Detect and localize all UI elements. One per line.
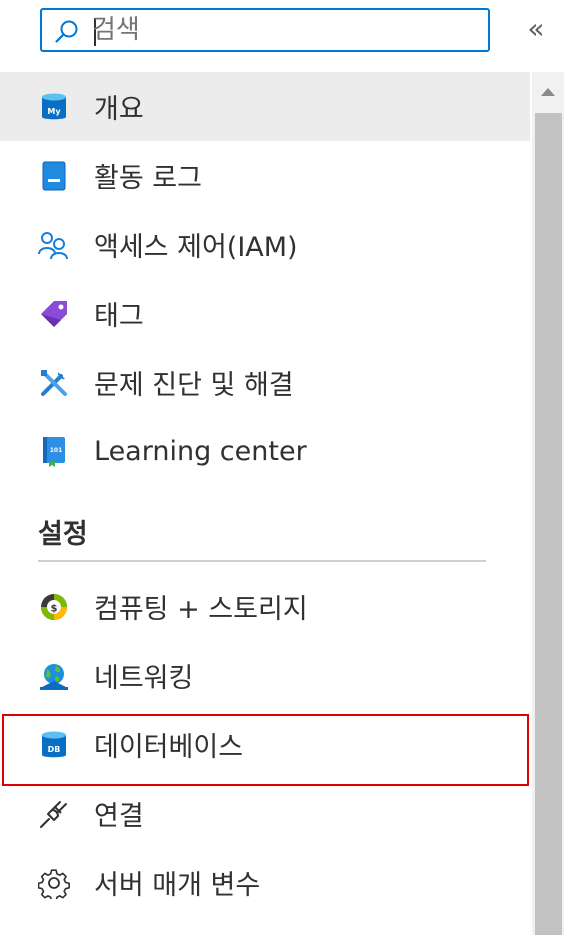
tools-icon <box>38 367 70 399</box>
compute-storage-icon: $ <box>38 591 70 623</box>
nav-item-label: 태그 <box>94 301 144 332</box>
nav-item-label: 문제 진단 및 해결 <box>94 370 294 401</box>
scrollbar-thumb[interactable] <box>535 113 562 935</box>
learning-book-icon: 101 <box>38 436 70 468</box>
database-icon: DB <box>38 729 70 761</box>
plug-icon <box>38 798 70 830</box>
svg-text:My: My <box>47 107 61 116</box>
nav-item-compute-storage[interactable]: $ 컴퓨팅 + 스토리지 <box>0 572 530 641</box>
gear-icon <box>38 867 70 899</box>
section-divider <box>38 560 486 562</box>
search-input[interactable] <box>92 14 472 46</box>
nav-item-connect[interactable]: 연결 <box>0 779 530 848</box>
nav-item-label: 연결 <box>94 801 144 832</box>
mysql-db-icon: My <box>38 91 70 123</box>
section-title-text: 설정 <box>38 519 88 550</box>
nav-item-label: 데이터베이스 <box>94 732 244 763</box>
nav-list: My 개요 활동 로그 액세스 제어(IAM) 태그 문제 진단 및 해결 10… <box>0 72 530 917</box>
collapse-menu-button[interactable]: « <box>522 14 550 44</box>
nav-item-access-control[interactable]: 액세스 제어(IAM) <box>0 210 530 279</box>
settings-section-title: 설정 <box>0 486 530 572</box>
nav-item-activity-log[interactable]: 활동 로그 <box>0 141 530 210</box>
nav-item-label: 액세스 제어(IAM) <box>94 232 298 263</box>
nav-item-tags[interactable]: 태그 <box>0 279 530 348</box>
nav-item-label: Learning center <box>94 436 307 467</box>
svg-text:DB: DB <box>48 745 61 754</box>
tag-icon <box>38 298 70 330</box>
nav-item-networking[interactable]: 네트워킹 <box>0 641 530 710</box>
resource-menu-pane: « My 개요 활동 로그 <box>0 0 564 935</box>
scroll-up-button[interactable] <box>532 72 564 112</box>
nav-item-label: 개요 <box>94 94 144 125</box>
svg-text:$: $ <box>51 603 58 614</box>
activity-log-icon <box>38 160 70 192</box>
search-icon <box>55 20 78 43</box>
nav-item-diagnose[interactable]: 문제 진단 및 해결 <box>0 348 530 417</box>
nav-item-label: 컴퓨팅 + 스토리지 <box>94 594 308 625</box>
search-box[interactable] <box>40 8 490 52</box>
nav-item-server-parameters[interactable]: 서버 매개 변수 <box>0 848 530 917</box>
nav-item-overview[interactable]: My 개요 <box>0 72 530 141</box>
nav-item-label: 활동 로그 <box>94 163 202 194</box>
users-icon <box>38 229 70 261</box>
svg-text:101: 101 <box>50 447 63 454</box>
nav-item-learning-center[interactable]: 101 Learning center <box>0 417 530 486</box>
nav-item-label: 네트워킹 <box>94 663 194 694</box>
scroll-up-arrow-icon <box>541 88 555 96</box>
networking-globe-icon <box>38 660 70 692</box>
nav-item-databases[interactable]: DB 데이터베이스 <box>0 710 530 779</box>
nav-item-label: 서버 매개 변수 <box>94 870 261 901</box>
